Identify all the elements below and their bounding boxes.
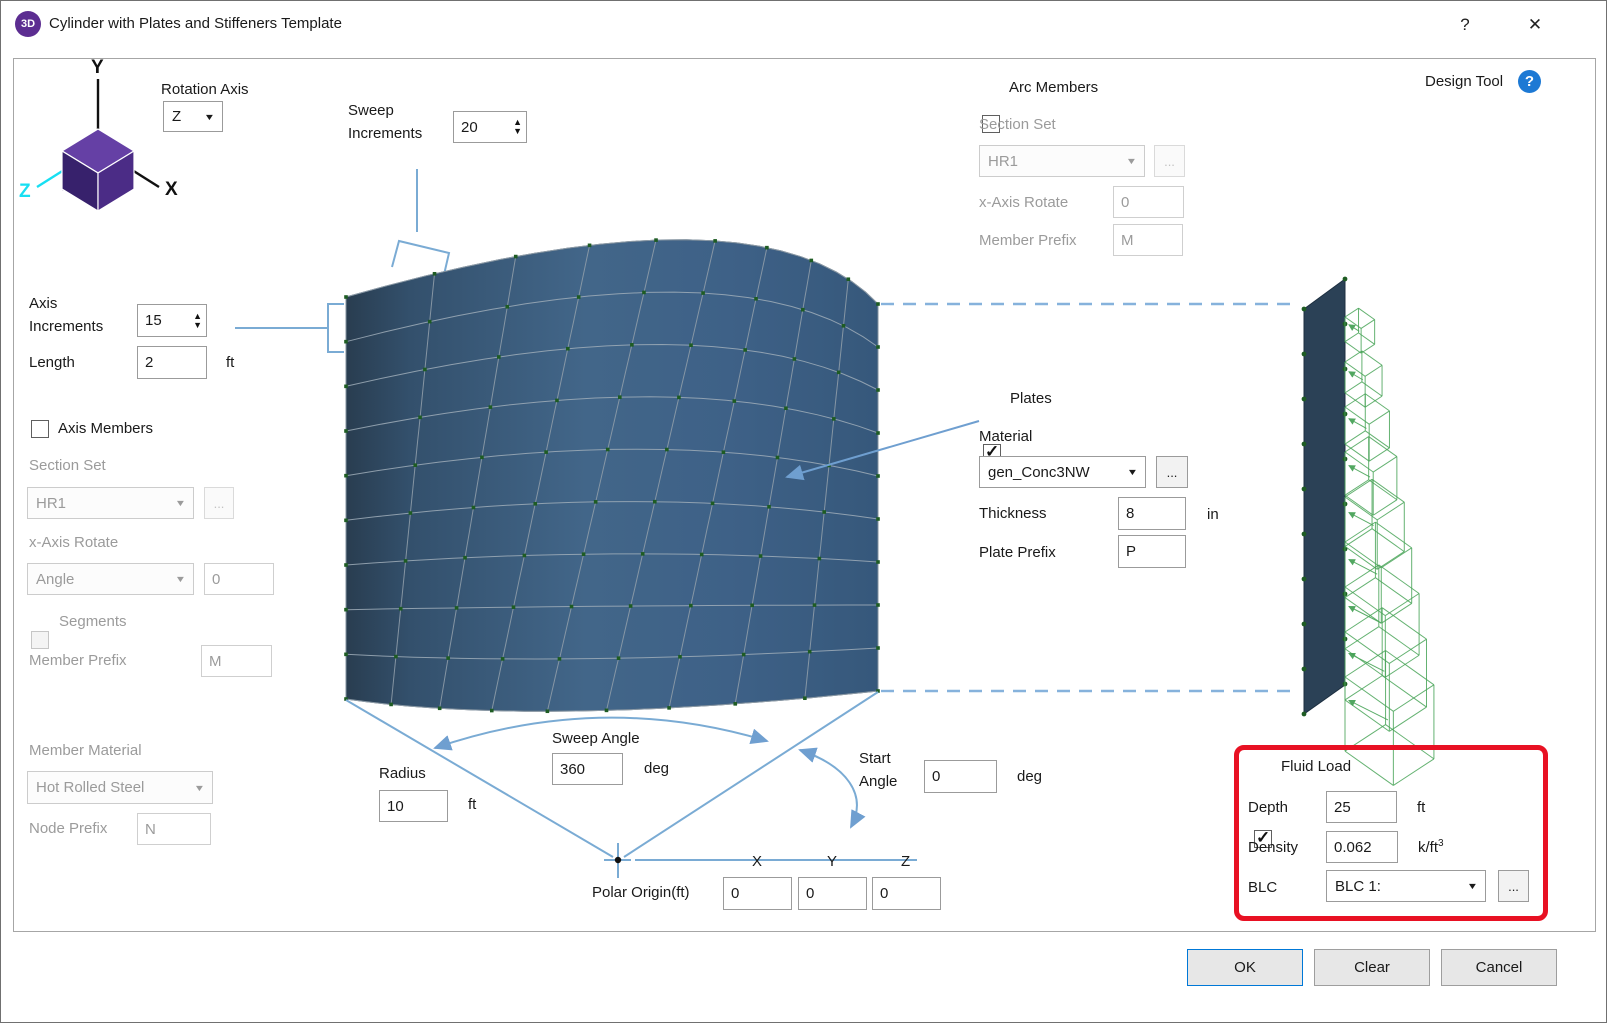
plate-prefix-input[interactable]: P <box>1118 535 1186 568</box>
member-material-label: Member Material <box>29 742 142 759</box>
dialog-window: 3D Cylinder with Plates and Stiffeners T… <box>0 0 1607 1023</box>
radius-input[interactable]: 10 <box>379 790 448 822</box>
x-axis-rotate-mode-select: Angle▼ <box>27 563 194 595</box>
sweep-increments-value: 20 <box>461 119 478 136</box>
sweep-increments-label: SweepIncrements <box>348 99 422 145</box>
axis-increments-label: AxisIncrements <box>29 292 103 338</box>
segments-label: Segments <box>59 613 127 630</box>
chevron-down-icon: ▼ <box>1126 156 1138 166</box>
chevron-down-icon: ▼ <box>175 498 187 508</box>
node-prefix-label: Node Prefix <box>29 820 107 837</box>
section-set-label: Section Set <box>29 457 106 474</box>
arc-members-label: Arc Members <box>1009 79 1098 96</box>
arc-section-set-select: HR1▼ <box>979 145 1145 177</box>
sweep-angle-unit: deg <box>644 760 669 777</box>
section-set-browse-button: ... <box>204 487 234 519</box>
thickness-label: Thickness <box>979 505 1047 522</box>
plate-prefix-label: Plate Prefix <box>979 544 1056 561</box>
depth-input[interactable]: 25 <box>1326 791 1397 823</box>
app-3d-icon-text: 3D <box>21 18 35 30</box>
blc-browse-button[interactable]: ... <box>1498 870 1529 902</box>
member-prefix-label: Member Prefix <box>29 652 127 669</box>
section-set-select: HR1▼ <box>27 487 194 519</box>
rotation-axis-label: Rotation Axis <box>161 81 249 98</box>
start-angle-input[interactable]: 0 <box>924 760 997 793</box>
length-unit: ft <box>226 354 234 371</box>
fluid-load-label: Fluid Load <box>1281 758 1351 775</box>
thickness-unit: in <box>1207 506 1219 523</box>
arc-member-prefix-label: Member Prefix <box>979 232 1077 249</box>
start-angle-unit: deg <box>1017 768 1042 785</box>
app-3d-icon: 3D <box>15 11 41 37</box>
spinner-arrows-icon[interactable]: ▲▼ <box>193 312 202 330</box>
chevron-down-icon: ▼ <box>1467 881 1479 891</box>
arc-x-axis-rotate-input: 0 <box>1113 186 1184 218</box>
sweep-angle-input[interactable]: 360 <box>552 753 623 785</box>
node-prefix-input: N <box>137 813 211 845</box>
polar-origin-x-input[interactable]: 0 <box>723 877 792 910</box>
density-unit: k/ft3 <box>1418 838 1444 856</box>
depth-unit: ft <box>1417 799 1425 816</box>
sweep-angle-label: Sweep Angle <box>552 730 640 747</box>
chevron-down-icon: ▼ <box>1127 467 1139 477</box>
axis-increments-stepper[interactable]: 15 ▲▼ <box>137 304 207 337</box>
axis-increments-value: 15 <box>145 312 162 329</box>
help-button[interactable]: ? <box>1449 11 1481 39</box>
design-tool-help-icon[interactable]: ? <box>1518 70 1541 93</box>
plates-label: Plates <box>1010 390 1052 407</box>
x-axis-rotate-input: 0 <box>204 563 274 595</box>
polar-axis-z-label: Z <box>901 853 910 870</box>
member-material-select: Hot Rolled Steel▼ <box>27 771 213 804</box>
radius-unit: ft <box>468 796 476 813</box>
window-title: Cylinder with Plates and Stiffeners Temp… <box>49 15 342 32</box>
polar-axis-x-label: X <box>752 853 762 870</box>
axis-members-label: Axis Members <box>58 420 153 437</box>
material-select[interactable]: gen_Conc3NW▼ <box>979 456 1146 488</box>
design-tool-label: Design Tool <box>1425 73 1503 90</box>
polar-origin-z-input[interactable]: 0 <box>872 877 941 910</box>
arc-section-set-label: Section Set <box>979 116 1056 133</box>
thickness-input[interactable]: 8 <box>1118 497 1186 530</box>
length-label: Length <box>29 354 75 371</box>
blc-label: BLC <box>1248 879 1277 896</box>
x-axis-rotate-label: x-Axis Rotate <box>29 534 118 551</box>
depth-label: Depth <box>1248 799 1288 816</box>
member-prefix-input: M <box>201 645 272 677</box>
rotation-axis-value: Z <box>172 108 181 125</box>
start-angle-label: StartAngle <box>859 747 897 793</box>
length-input[interactable]: 2 <box>137 346 207 379</box>
chevron-down-icon: ▼ <box>175 574 187 584</box>
title-bar: 3D Cylinder with Plates and Stiffeners T… <box>1 1 1607 48</box>
sweep-increments-stepper[interactable]: 20 ▲▼ <box>453 111 527 143</box>
axis-members-checkbox[interactable] <box>31 420 49 438</box>
segments-checkbox <box>31 631 49 649</box>
clear-button[interactable]: Clear <box>1314 949 1430 986</box>
arc-member-prefix-input: M <box>1113 224 1183 256</box>
material-browse-button[interactable]: ... <box>1156 456 1188 488</box>
blc-select[interactable]: BLC 1:▼ <box>1326 870 1486 902</box>
polar-origin-label: Polar Origin(ft) <box>592 884 690 901</box>
cancel-button[interactable]: Cancel <box>1441 949 1557 986</box>
density-input[interactable]: 0.062 <box>1326 831 1398 863</box>
rotation-axis-select[interactable]: Z▼ <box>163 101 223 132</box>
material-label: Material <box>979 428 1032 445</box>
polar-origin-y-input[interactable]: 0 <box>798 877 867 910</box>
ok-button[interactable]: OK <box>1187 949 1303 986</box>
spinner-arrows-icon[interactable]: ▲▼ <box>513 118 522 136</box>
arc-section-set-browse-button: ... <box>1154 145 1185 177</box>
polar-axis-y-label: Y <box>827 853 837 870</box>
chevron-down-icon: ▼ <box>204 112 216 122</box>
arc-x-axis-rotate-label: x-Axis Rotate <box>979 194 1068 211</box>
density-label: Density <box>1248 839 1298 856</box>
radius-label: Radius <box>379 765 426 782</box>
chevron-down-icon: ▼ <box>194 783 206 793</box>
close-icon[interactable]: ✕ <box>1517 10 1553 40</box>
